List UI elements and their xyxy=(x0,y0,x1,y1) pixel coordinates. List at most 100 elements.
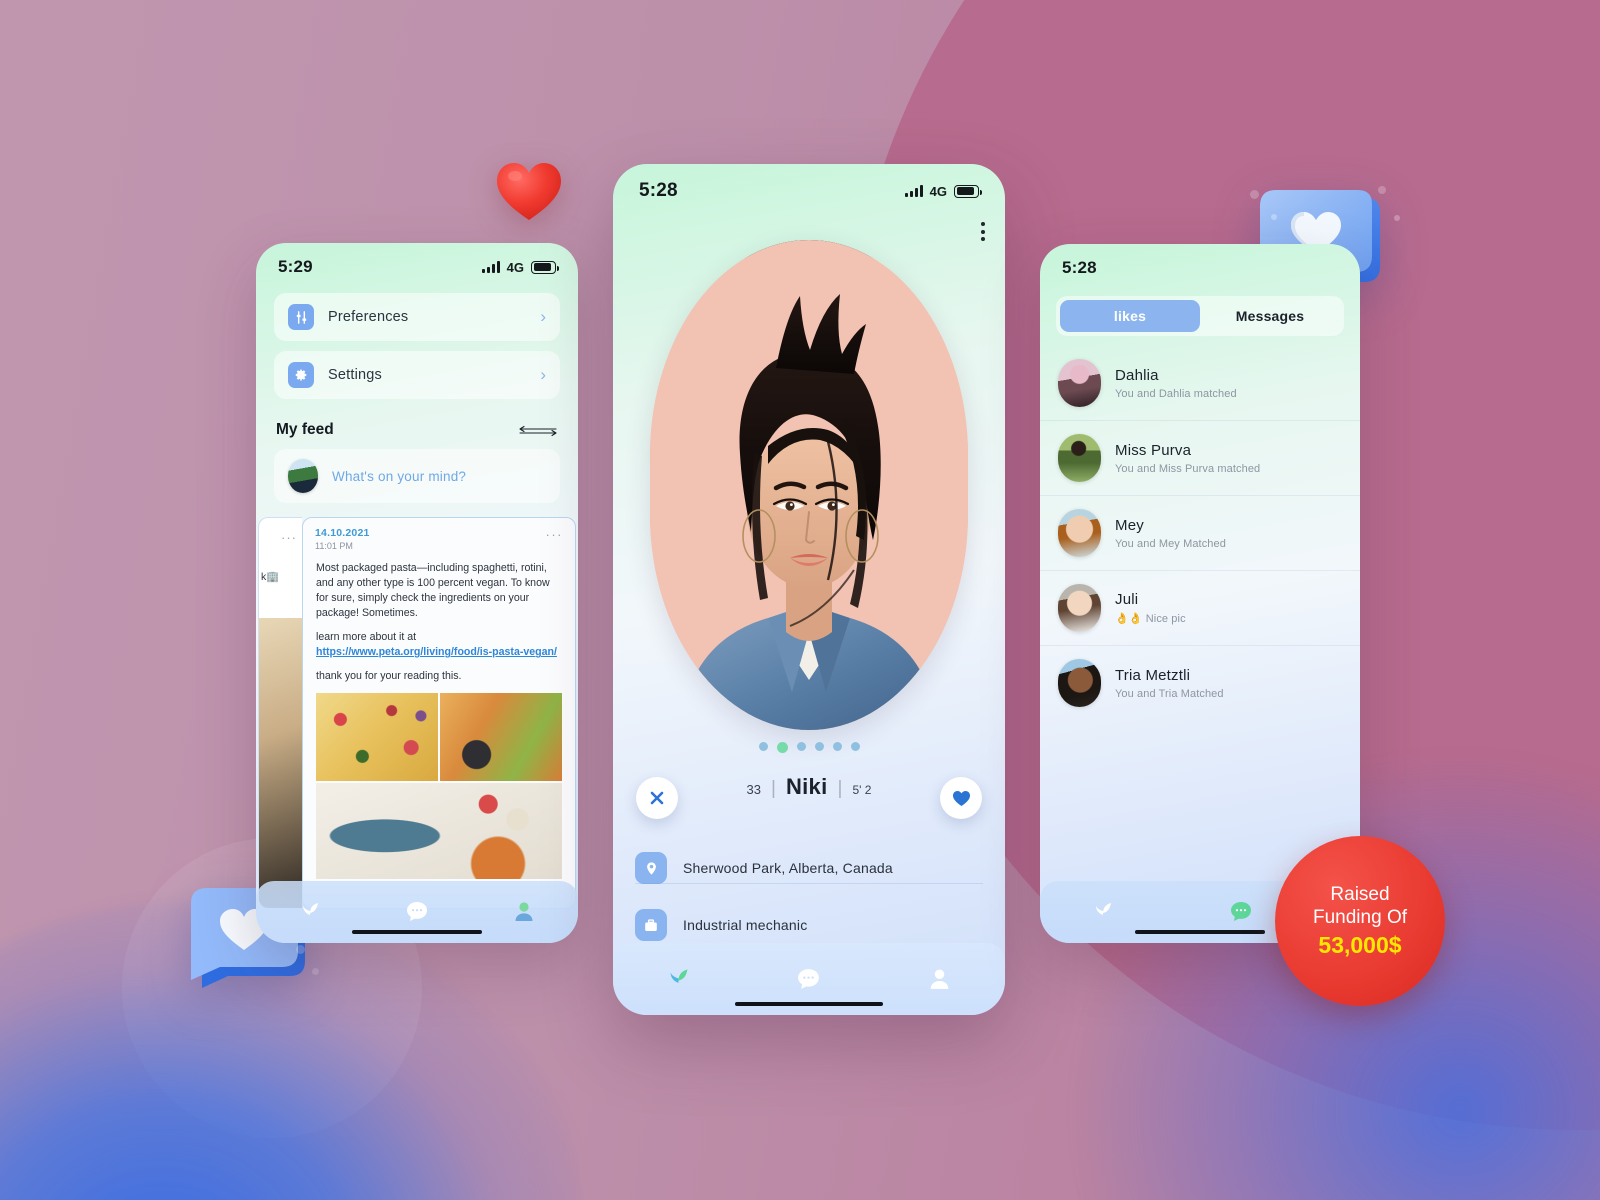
tab-person-icon[interactable] xyxy=(925,964,955,994)
profile-name: Niki xyxy=(785,774,828,799)
chevron-right-icon: › xyxy=(540,365,546,384)
tab-messages[interactable]: Messages xyxy=(1200,300,1340,332)
avatar[interactable] xyxy=(1058,509,1101,557)
status-indicators: 4G xyxy=(481,259,559,275)
list-item[interactable]: Miss Purva You and Miss Purva matched xyxy=(1040,421,1360,496)
list-item[interactable]: Juli 👌👌 Nice pic xyxy=(1040,571,1360,646)
carousel-indicator[interactable] xyxy=(613,742,1005,753)
dislike-button[interactable] xyxy=(636,777,678,819)
status-bar: 5:29 4G xyxy=(256,243,578,281)
home-indicator xyxy=(1135,930,1265,934)
carousel-dot[interactable] xyxy=(832,742,842,751)
phone-right-matches: 5:28 4G likes Messages Dahlia You and Da… xyxy=(1040,244,1360,943)
avatar[interactable] xyxy=(1058,584,1101,632)
tab-chat-bubble-icon[interactable] xyxy=(402,897,432,927)
network-label: 4G xyxy=(929,183,947,199)
funding-line-2: Funding Of xyxy=(1313,907,1407,928)
tab-chat-bubble-icon[interactable] xyxy=(794,964,824,994)
tab-likes[interactable]: likes xyxy=(1060,300,1200,332)
post-link[interactable]: https://www.peta.org/living/food/is-past… xyxy=(316,645,562,660)
post-date: 14.10.2021 xyxy=(315,527,370,539)
post-header: 14.10.2021 11:01 PM ··· xyxy=(303,518,575,551)
battery-icon xyxy=(531,260,559,274)
decor-dot xyxy=(1378,186,1386,194)
double-arrow-icon[interactable] xyxy=(518,424,558,437)
profile-location-text: Sherwood Park, Alberta, Canada xyxy=(683,860,893,876)
avatar[interactable] xyxy=(1058,659,1101,707)
post-image[interactable] xyxy=(316,783,562,880)
tab-leaf-icon[interactable] xyxy=(1088,897,1118,927)
list-item[interactable]: Dahlia You and Dahlia matched xyxy=(1040,346,1360,421)
card-menu-dots-icon[interactable]: ··· xyxy=(281,530,297,545)
decor-dot xyxy=(1250,190,1259,199)
match-subtitle: 👌👌 Nice pic xyxy=(1115,613,1186,625)
like-button[interactable] xyxy=(940,777,982,819)
location-pin-icon xyxy=(635,852,667,884)
tab-leaf-icon[interactable] xyxy=(663,964,693,994)
decor-dot xyxy=(1394,215,1400,221)
gear-icon xyxy=(288,362,314,388)
more-vertical-icon[interactable] xyxy=(981,222,985,241)
battery-icon xyxy=(1313,262,1338,275)
match-subtitle: You and Dahlia matched xyxy=(1115,387,1237,400)
signal-bars-icon xyxy=(1264,262,1282,274)
card-image xyxy=(259,618,302,908)
tab-person-icon[interactable] xyxy=(509,897,539,927)
separator: | xyxy=(837,778,843,799)
avatar xyxy=(288,459,318,493)
home-indicator xyxy=(735,1002,883,1006)
funding-badge: Raised Funding Of 53,000$ xyxy=(1275,836,1445,1006)
profile-job-row[interactable]: Industrial mechanic xyxy=(635,909,983,941)
profile-photo[interactable] xyxy=(650,240,968,730)
compose-post-field[interactable]: What's on your mind? xyxy=(274,449,560,503)
post-menu-dots-icon[interactable]: ··· xyxy=(546,527,564,551)
avatar[interactable] xyxy=(1058,434,1101,482)
phone-left-feed: 5:29 4G Preferences › Settings › My feed… xyxy=(256,243,578,943)
post-body: Most packaged pasta—including spaghetti,… xyxy=(303,551,575,684)
decor-dot xyxy=(312,968,319,975)
profile-location-row[interactable]: Sherwood Park, Alberta, Canada xyxy=(635,852,983,884)
list-item[interactable]: Mey You and Mey Matched xyxy=(1040,496,1360,571)
divider xyxy=(635,883,983,884)
match-name: Miss Purva xyxy=(1115,441,1192,459)
signal-bars-icon xyxy=(904,185,923,197)
feed-header: My feed xyxy=(256,409,578,447)
match-subtitle: You and Miss Purva matched xyxy=(1115,462,1261,475)
post-image[interactable] xyxy=(316,693,438,782)
feed-post-card[interactable]: 14.10.2021 11:01 PM ··· Most packaged pa… xyxy=(302,517,576,909)
status-time: 5:29 xyxy=(278,257,313,276)
carousel-dot[interactable] xyxy=(814,742,824,751)
profile-job-text: Industrial mechanic xyxy=(683,917,808,933)
network-label: 4G xyxy=(506,259,524,275)
sidebar-item-settings[interactable]: Settings › xyxy=(274,351,560,399)
feed-card-previous[interactable]: ··· k🏢 xyxy=(258,517,302,909)
carousel-dot-active[interactable] xyxy=(776,742,788,753)
avatar[interactable] xyxy=(1058,359,1101,407)
carousel-dot[interactable] xyxy=(758,742,768,751)
settings-label: Settings xyxy=(328,367,382,383)
post-paragraph-1: Most packaged pasta—including spaghetti,… xyxy=(316,562,550,620)
post-time: 11:01 PM xyxy=(315,541,353,551)
carousel-dot[interactable] xyxy=(796,742,806,751)
preferences-label: Preferences xyxy=(328,309,409,325)
match-subtitle: You and Tria Matched xyxy=(1115,687,1224,700)
tab-leaf-icon[interactable] xyxy=(295,897,325,927)
profile-photo-carousel[interactable] xyxy=(650,240,968,730)
sliders-icon xyxy=(288,304,314,330)
post-paragraph-3: thank you for your reading this. xyxy=(316,670,462,683)
profile-age: 33 xyxy=(746,782,762,797)
tab-chat-bubble-icon[interactable] xyxy=(1226,897,1256,927)
carousel-dot[interactable] xyxy=(850,742,860,751)
sidebar-item-preferences[interactable]: Preferences › xyxy=(274,293,560,341)
battery-icon xyxy=(954,184,982,198)
funding-amount: 53,000$ xyxy=(1318,932,1402,959)
separator: | xyxy=(771,778,776,799)
match-name: Dahlia xyxy=(1115,366,1159,384)
post-image[interactable] xyxy=(440,693,562,782)
list-item[interactable]: Tria Metztli You and Tria Matched xyxy=(1040,646,1360,720)
tab-switcher: likes Messages xyxy=(1056,296,1344,336)
chevron-right-icon: › xyxy=(540,307,546,326)
briefcase-icon xyxy=(635,909,667,941)
decor-dot xyxy=(1271,214,1277,220)
red-heart-3d-icon xyxy=(495,160,563,222)
